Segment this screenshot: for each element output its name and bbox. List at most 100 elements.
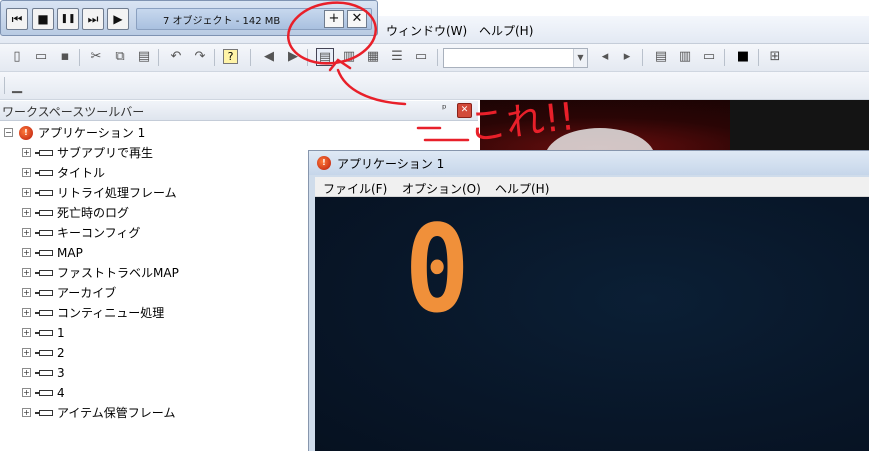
next-frame-button[interactable]: ⏭	[82, 8, 104, 30]
score-counter: 0	[404, 201, 470, 340]
frame-icon	[35, 310, 53, 316]
tree-item-label: コンティニュー処理	[57, 306, 165, 320]
app-menubar: ファイル(F) オプション(O) ヘルプ(H)	[315, 177, 869, 197]
expand-icon[interactable]: +	[22, 208, 31, 217]
new-file-icon[interactable]: ▯	[8, 48, 26, 66]
app-menu-options[interactable]: オプション(O)	[402, 180, 481, 197]
paste-icon[interactable]: ▤	[135, 48, 153, 66]
minimize-bar-icon[interactable]: ▁	[8, 78, 26, 96]
prev-icon[interactable]: ◂	[596, 48, 614, 66]
build-icon[interactable]: ⊞	[766, 48, 784, 66]
expand-icon[interactable]: +	[22, 228, 31, 237]
tree-item[interactable]: + タイトル	[0, 164, 300, 182]
play-button[interactable]: ▶	[107, 8, 129, 30]
game-canvas[interactable]: 0	[315, 197, 869, 451]
expand-icon[interactable]: +	[22, 368, 31, 377]
help-icon[interactable]: ?	[223, 49, 238, 64]
back-icon[interactable]: ◀	[260, 48, 278, 66]
app-menu-help[interactable]: ヘルプ(H)	[495, 180, 549, 197]
collapse-icon[interactable]: −	[4, 128, 13, 137]
stop-button[interactable]: ■	[32, 8, 54, 30]
toolbar-separator	[250, 49, 251, 66]
properties-view-icon[interactable]: ▥	[340, 48, 358, 66]
expand-icon[interactable]: +	[22, 328, 31, 337]
expand-icon[interactable]: +	[22, 348, 31, 357]
tree-root-label: アプリケーション 1	[38, 126, 146, 140]
tree-item[interactable]: + キーコンフィグ	[0, 224, 300, 242]
expand-icon[interactable]: +	[22, 248, 31, 257]
tree-item[interactable]: + サブアプリで再生	[0, 144, 300, 162]
expand-icon[interactable]: +	[22, 308, 31, 317]
expand-icon[interactable]: +	[22, 168, 31, 177]
skip-first-button[interactable]: ⏮	[6, 8, 28, 30]
tree-item[interactable]: +3	[0, 364, 300, 382]
expand-icon[interactable]: +	[22, 188, 31, 197]
frame-icon	[35, 190, 53, 196]
next-icon[interactable]: ▸	[618, 48, 636, 66]
frame-icon	[35, 250, 53, 256]
forward-icon[interactable]: ▶	[284, 48, 302, 66]
ide-toolbar-secondary: ▁	[0, 72, 869, 100]
expand-icon[interactable]: +	[22, 148, 31, 157]
app-titlebar[interactable]: ! アプリケーション 1	[309, 151, 869, 175]
tree-item[interactable]: +2	[0, 344, 300, 362]
tree-item[interactable]: + MAP	[0, 244, 300, 262]
tree-item-label: タイトル	[57, 166, 106, 180]
pin-icon[interactable]: ᵖ	[442, 102, 447, 115]
pause-button[interactable]: ❚❚	[57, 8, 79, 30]
player-status-bar: 7 オブジェクト - 142 MB + ✕	[136, 8, 372, 30]
application-icon: !	[19, 126, 33, 140]
frame-popup-icon[interactable]: ▭	[700, 48, 718, 66]
cut-icon[interactable]: ✂	[87, 48, 105, 66]
tree-item-label: 4	[57, 386, 65, 400]
toolbar-separator	[158, 49, 159, 66]
frame-icon	[35, 230, 53, 236]
tree-item[interactable]: +1	[0, 324, 300, 342]
frame-icon	[35, 150, 53, 156]
frame-icon	[35, 390, 53, 396]
undo-icon[interactable]: ↶	[167, 48, 185, 66]
tree-item[interactable]: + 死亡時のログ	[0, 204, 300, 222]
tree-item[interactable]: + ファストトラベルMAP	[0, 264, 300, 282]
black-square-icon[interactable]: ■	[734, 48, 752, 66]
frame-list-icon[interactable]: ▤	[652, 48, 670, 66]
tree-item[interactable]: + コンティニュー処理	[0, 304, 300, 322]
tree-item[interactable]: +4	[0, 384, 300, 402]
copy-icon[interactable]: ⧉	[111, 48, 129, 66]
toolbar-separator	[437, 49, 438, 66]
tree-item[interactable]: + リトライ処理フレーム	[0, 184, 300, 202]
toolbar-separator	[642, 49, 643, 66]
frame-editor-icon[interactable]: ▥	[676, 48, 694, 66]
grid-view-icon[interactable]: ▦	[364, 48, 382, 66]
tree-item-label: リトライ処理フレーム	[57, 186, 177, 200]
workspace-view-icon[interactable]: ▤	[316, 48, 334, 66]
application-window[interactable]: ! アプリケーション 1 ファイル(F) オプション(O) ヘルプ(H) 0	[308, 150, 869, 451]
redo-icon[interactable]: ↷	[191, 48, 209, 66]
tree-item-label: アイテム保管フレーム	[57, 406, 176, 420]
add-button[interactable]: +	[324, 10, 344, 28]
tree-item[interactable]: + アイテム保管フレーム	[0, 404, 300, 422]
save-icon[interactable]: ▪	[56, 48, 74, 66]
annotation-underline	[416, 126, 470, 142]
expand-icon[interactable]: +	[22, 408, 31, 417]
open-folder-icon[interactable]: ▭	[32, 48, 50, 66]
menu-window[interactable]: ウィンドウ(W)	[386, 22, 467, 39]
list-view-icon[interactable]: ☰	[388, 48, 406, 66]
close-button[interactable]: ✕	[347, 10, 367, 28]
expand-icon[interactable]: +	[22, 388, 31, 397]
close-icon[interactable]: ✕	[457, 103, 472, 118]
tree-item[interactable]: + アーカイブ	[0, 284, 300, 302]
tree-item-label: キーコンフィグ	[57, 226, 141, 240]
app-menu-file[interactable]: ファイル(F)	[323, 180, 387, 197]
toolbar-separator	[79, 49, 80, 66]
expand-icon[interactable]: +	[22, 268, 31, 277]
detail-view-icon[interactable]: ▭	[412, 48, 430, 66]
frame-icon	[35, 210, 53, 216]
frame-icon	[35, 370, 53, 376]
tree-root[interactable]: − ! アプリケーション 1	[0, 124, 300, 142]
menu-help[interactable]: ヘルプ(H)	[479, 22, 533, 39]
chevron-down-icon[interactable]: ▼	[573, 49, 587, 67]
workspace-toolbar-header: ワークスペースツールバー ᵖ ✕	[0, 101, 478, 121]
frame-select[interactable]: ▼	[443, 48, 588, 68]
expand-icon[interactable]: +	[22, 288, 31, 297]
